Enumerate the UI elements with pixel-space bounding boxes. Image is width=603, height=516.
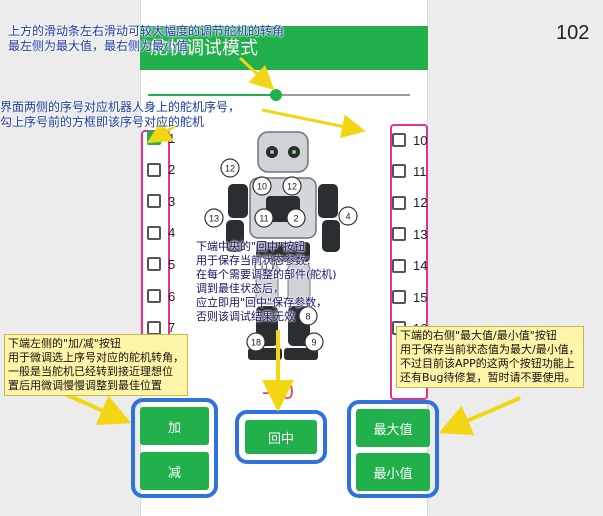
servo-checkbox-row[interactable]: 2 xyxy=(147,161,175,179)
servo-checkbox-row[interactable]: 10 xyxy=(392,131,427,149)
checkbox[interactable] xyxy=(392,227,406,242)
checkbox-note: 界面两侧的序号对应机器人身上的舵机序号， 勾上序号前的方框即该序号对应的舵机 xyxy=(0,100,241,129)
servo-marker-label: 11 xyxy=(259,214,268,224)
max-value-button[interactable]: 最大值 xyxy=(356,409,430,447)
max-min-arrow xyxy=(438,396,521,436)
checkbox[interactable] xyxy=(392,195,406,210)
servo-checkbox-row[interactable]: 13 xyxy=(392,225,427,243)
servo-checkbox-row[interactable]: 12 xyxy=(392,194,427,212)
servo-number-label: 13 xyxy=(413,226,428,242)
servo-marker-label: 9 xyxy=(311,338,316,348)
checkbox[interactable] xyxy=(147,194,161,209)
center-note: 下端中央的"回中"按钮 用于保存当前状态参数： 在每个需要调整的部件(舵机) 调… xyxy=(196,240,337,323)
checkbox[interactable] xyxy=(147,289,161,303)
servo-number-label: 14 xyxy=(413,258,428,274)
servo-marker-label: 12 xyxy=(225,164,235,174)
servo-number-label: 2 xyxy=(168,162,176,178)
servo-number-label: 5 xyxy=(168,256,176,272)
add-subtract-note: 下端左侧的"加/减"按钮 用于微调选上序号对应的舵机转角， 一般是当舵机已经转到… xyxy=(4,334,188,396)
servo-number-label: 15 xyxy=(413,289,428,305)
servo-checkbox-row[interactable]: ✓ 1 xyxy=(147,129,175,147)
checkbox[interactable] xyxy=(147,162,161,177)
servo-number-label: 6 xyxy=(168,288,176,304)
servo-marker-label: 4 xyxy=(345,212,350,222)
servo-marker-label: 18 xyxy=(251,338,261,348)
servo-marker-label: 12 xyxy=(287,182,297,192)
servo-number-label: 4 xyxy=(168,225,176,241)
add-sub-arrow xyxy=(59,390,132,426)
checkbox-checked[interactable]: ✓ xyxy=(147,131,161,145)
servo-number-label: 3 xyxy=(168,193,176,209)
servo-checkbox-row[interactable]: 6 xyxy=(147,287,175,305)
checkbox[interactable] xyxy=(147,320,161,335)
checkbox[interactable] xyxy=(392,133,406,147)
servo-marker-label: 10 xyxy=(257,182,267,192)
subtract-button[interactable]: 减 xyxy=(140,452,209,490)
servo-marker-label: 2 xyxy=(293,214,298,224)
add-subtract-group: 加 减 xyxy=(131,398,218,498)
page-number: 102 xyxy=(556,22,590,44)
max-min-group: 最大值 最小值 xyxy=(347,400,439,498)
add-button[interactable]: 加 xyxy=(140,407,209,445)
checkbox[interactable] xyxy=(147,257,161,272)
checkbox[interactable] xyxy=(392,290,406,304)
robot-head xyxy=(257,131,309,173)
servo-number-label: 7 xyxy=(168,320,176,336)
slider-note: 上方的滑动条左右滑动可较大幅度的调节舵机的转角 最左侧为最大值，最右侧为最小值 xyxy=(8,24,285,53)
servo-number-label: 1 xyxy=(168,130,176,146)
servo-marker-label: 13 xyxy=(209,214,219,224)
checkbox[interactable] xyxy=(392,258,406,273)
min-value-button[interactable]: 最小值 xyxy=(356,453,430,491)
checkbox[interactable] xyxy=(147,225,161,240)
servo-number-label: 12 xyxy=(413,195,428,211)
center-button[interactable]: 回中 xyxy=(245,420,317,454)
servo-checkbox-row[interactable]: 5 xyxy=(147,255,175,273)
servo-checkbox-row[interactable]: 14 xyxy=(392,257,427,275)
servo-value-display: -40 xyxy=(262,379,294,404)
servo-checkbox-row[interactable]: 11 xyxy=(392,162,427,180)
center-group: 回中 xyxy=(235,410,327,464)
servo-checkbox-row[interactable]: 4 xyxy=(147,224,175,242)
servo-checkbox-row[interactable]: 15 xyxy=(392,288,427,306)
servo-checkbox-row[interactable]: 3 xyxy=(147,192,175,210)
servo-slider-fill xyxy=(148,94,277,96)
checkbox[interactable] xyxy=(392,164,406,179)
servo-number-label: 11 xyxy=(413,163,427,179)
max-min-note: 下端的右侧"最大值/最小值"按钮 用于保存当前状态值为最大/最小值， 不过目前该… xyxy=(396,326,584,388)
servo-number-label: 10 xyxy=(413,132,428,148)
